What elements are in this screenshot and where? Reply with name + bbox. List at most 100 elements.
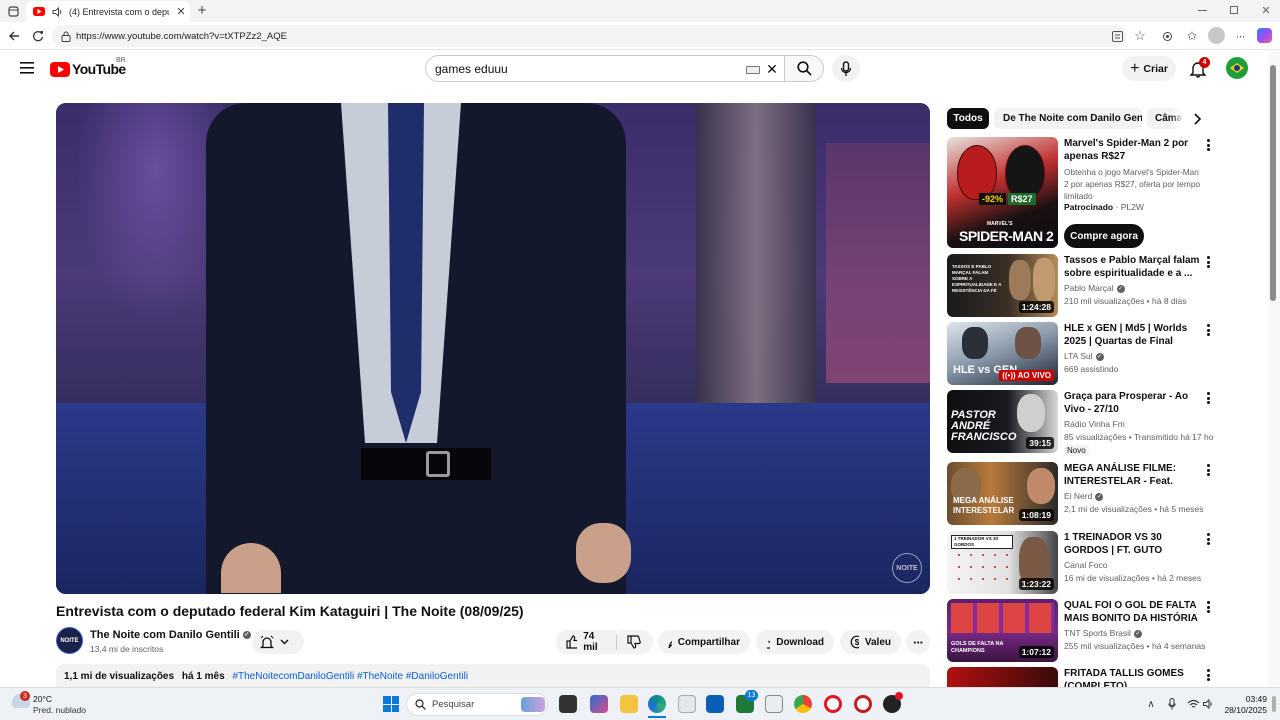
ad-cta-button[interactable]: Compre agora — [1064, 224, 1144, 248]
keyboard-icon[interactable] — [746, 66, 760, 74]
chip-channel[interactable]: De The Noite com Danilo Gentili — [994, 108, 1142, 129]
share-button[interactable]: Compartilhar — [658, 630, 750, 654]
close-tab-icon[interactable]: ✕ — [175, 6, 187, 18]
video-player[interactable]: NOITE — [56, 103, 930, 594]
youtube-logo[interactable]: YouTube — [50, 60, 126, 78]
app-icon[interactable] — [590, 695, 608, 713]
video-menu-icon[interactable] — [1203, 391, 1213, 405]
browser-tab[interactable]: (4) Entrevista com o deputado ✕ — [26, 1, 190, 22]
hamburger-menu-icon[interactable] — [18, 60, 36, 76]
windows-start-icon[interactable] — [383, 696, 399, 712]
like-button[interactable]: 74 mil — [556, 630, 616, 654]
channel-name[interactable]: Rádio Vinha Fm — [1064, 419, 1214, 430]
maximize-icon[interactable] — [1230, 6, 1238, 14]
video-menu-icon[interactable] — [1203, 255, 1213, 269]
tab-actions-icon[interactable] — [7, 5, 19, 17]
search-button[interactable] — [784, 55, 824, 82]
reload-icon[interactable] — [30, 28, 46, 44]
edge-icon[interactable] — [648, 695, 666, 713]
collections-icon[interactable]: ✩ — [1184, 28, 1200, 44]
opera-icon[interactable] — [824, 695, 842, 713]
chrome-icon[interactable] — [794, 695, 812, 713]
chips-next-button[interactable] — [1190, 111, 1206, 127]
account-avatar[interactable] — [1226, 57, 1248, 79]
wifi-icon[interactable] — [1186, 697, 1200, 711]
dislike-button[interactable] — [617, 630, 653, 654]
video-title-link[interactable]: Tassos e Pablo Marçal falam sobre espiri… — [1064, 254, 1202, 280]
back-icon[interactable] — [6, 28, 22, 44]
channel-name-link[interactable]: The Noite com Danilo Gentili ✓ — [90, 629, 251, 641]
volume-icon[interactable] — [1202, 697, 1214, 711]
browser-menu-icon[interactable]: ··· — [1233, 28, 1247, 44]
opera-gx-icon[interactable] — [854, 695, 872, 713]
extensions-icon[interactable] — [1160, 29, 1174, 43]
create-button[interactable]: + Criar — [1122, 56, 1176, 81]
page-scrollbar[interactable] — [1268, 52, 1280, 687]
xbox-icon[interactable]: 13 — [736, 690, 758, 713]
clear-search-icon[interactable]: ✕ — [765, 61, 779, 77]
thanks-button[interactable]: $ Valeu — [840, 630, 901, 654]
video-menu-icon[interactable] — [1203, 532, 1213, 546]
download-button[interactable]: Download — [756, 630, 834, 654]
microphone-icon[interactable] — [1166, 697, 1178, 711]
ad-thumbnail[interactable]: -92% R$27 MARVEL'S SPIDER-MAN 2 — [947, 137, 1058, 248]
video-thumbnail[interactable] — [947, 667, 1058, 687]
address-bar[interactable]: https://www.youtube.com/watch?v=tXTPZz2_… — [52, 25, 1127, 47]
search-input[interactable]: games eduuu ✕ — [425, 55, 784, 82]
copilot-icon[interactable] — [1257, 28, 1272, 43]
show-hidden-icons[interactable]: ∧ — [1144, 697, 1158, 711]
ad-menu-icon[interactable] — [1203, 138, 1213, 152]
profile-avatar[interactable] — [1208, 27, 1225, 44]
task-view-icon[interactable] — [559, 695, 577, 713]
video-title-link[interactable]: 1 TREINADOR VS 30 GORDOS | FT. GUTO GALA… — [1064, 531, 1202, 557]
video-menu-icon[interactable] — [1203, 600, 1213, 614]
description-box[interactable]: 1,1 mi de visualizações há 1 mês #TheNoi… — [56, 664, 930, 688]
video-menu-icon[interactable] — [1203, 323, 1213, 337]
video-thumbnail[interactable]: MEGA ANÁLISE INTERESTELAR 1:08:19 — [947, 462, 1058, 525]
video-title-link[interactable]: FRITADA TALLIS GOMES (COMPLETO) — [1064, 667, 1202, 687]
file-explorer-icon[interactable] — [620, 695, 638, 713]
ad-title[interactable]: Marvel's Spider-Man 2 por apenas R$27 — [1064, 137, 1202, 163]
video-title-link[interactable]: Graça para Prosperar - Ao Vivo - 27/10 — [1064, 390, 1202, 416]
outlook-icon[interactable] — [706, 695, 724, 713]
scrollbar-thumb[interactable] — [1270, 65, 1276, 301]
favorite-star-icon[interactable]: ☆ — [1132, 28, 1148, 44]
video-thumbnail[interactable]: HLE vs GEN ((•)) AO VIVO — [947, 322, 1058, 385]
channel-line[interactable]: Ei Nerd ✓ — [1064, 491, 1214, 502]
video-title-link[interactable]: QUAL FOI O GOL DE FALTA MAIS BONITO DA H… — [1064, 599, 1202, 625]
channel-line[interactable]: Pablo Marçal ✓ — [1064, 283, 1214, 294]
notification-center[interactable] — [1272, 696, 1276, 712]
clock-time[interactable]: 03:49 — [1234, 694, 1267, 704]
video-thumbnail[interactable]: PASTOR ANDRÉ FRANCISCO 39:15 — [947, 390, 1058, 453]
notifications-button[interactable]: 4 — [1188, 57, 1210, 79]
video-menu-icon[interactable] — [1203, 668, 1213, 682]
speaker-icon[interactable] — [51, 6, 63, 18]
video-thumbnail[interactable]: 1 TREINADOR VS 30 GORDOS 1:23:22 — [947, 531, 1058, 594]
more-actions-button[interactable]: ··· — [906, 630, 930, 654]
reader-view-icon[interactable] — [1110, 30, 1124, 42]
clock-date[interactable]: 28/10/2025 — [1222, 705, 1267, 715]
video-title-link[interactable]: MEGA ANÁLISE FILME: INTERESTELAR - Feat.… — [1064, 462, 1202, 488]
site-info-icon[interactable] — [60, 30, 72, 42]
store-icon[interactable] — [678, 695, 696, 713]
snipping-tool-icon[interactable] — [765, 695, 783, 713]
video-menu-icon[interactable] — [1203, 463, 1213, 477]
video-thumbnail[interactable]: TASSOS E PABLO MARÇAL FALAM SOBRE A ESPI… — [947, 254, 1058, 317]
taskbar-search[interactable]: Pesquisar — [406, 693, 548, 716]
video-thumbnail[interactable]: GOLS DE FALTA NA CHAMPIONS 1:07:12 — [947, 599, 1058, 662]
minimize-icon[interactable] — [1198, 10, 1207, 11]
close-window-icon[interactable]: ✕ — [1260, 3, 1272, 17]
channel-watermark[interactable]: NOITE — [892, 553, 922, 583]
new-tab-icon[interactable]: + — [195, 2, 209, 19]
channel-line[interactable]: LTA Sul ✓ — [1064, 351, 1214, 362]
video-title-link[interactable]: HLE x GEN | Md5 | Worlds 2025 | Quartas … — [1064, 322, 1202, 348]
voice-search-button[interactable] — [832, 55, 860, 82]
chip-all[interactable]: Todos — [947, 108, 989, 129]
channel-line[interactable]: TNT Sports Brasil ✓ — [1064, 628, 1214, 639]
subscription-bell-button[interactable] — [252, 630, 304, 654]
weather-temp[interactable]: 20°C — [33, 694, 52, 704]
channel-name[interactable]: Canal Foco — [1064, 560, 1214, 571]
hashtags[interactable]: #TheNoitecomDaniloGentili #TheNoite #Dan… — [232, 671, 468, 682]
obs-icon[interactable] — [883, 692, 903, 713]
channel-avatar[interactable]: NOITE — [56, 627, 83, 654]
